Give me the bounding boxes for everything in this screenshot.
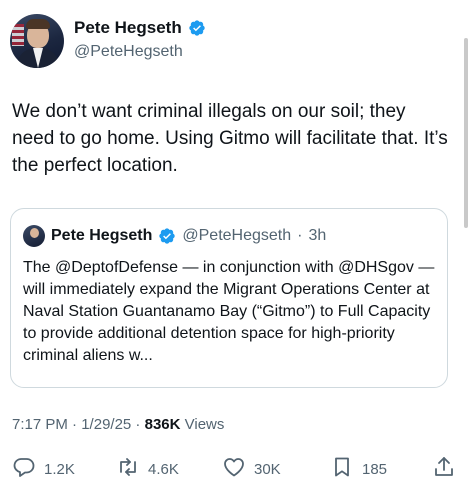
tweet-date[interactable]: 1/29/25 — [81, 416, 131, 433]
heart-icon — [222, 455, 246, 483]
tweet-header: Pete Hegseth @PeteHegseth — [10, 14, 450, 70]
action-bar: 1.2K 4.6K 30K 185 — [10, 455, 458, 483]
verified-badge-icon — [158, 227, 176, 245]
views-label: Views — [180, 416, 225, 433]
reply-button[interactable]: 1.2K — [12, 455, 75, 483]
like-count: 30K — [254, 460, 281, 478]
share-icon — [432, 455, 456, 483]
scrollbar[interactable] — [464, 38, 468, 228]
quoted-tweet[interactable]: Pete Hegseth @PeteHegseth · 3h The @Dept… — [10, 208, 448, 388]
bookmark-count: 185 — [362, 460, 388, 478]
tweet-meta: 7:17 PM · 1/29/25 · 836K Views — [12, 416, 224, 433]
quoted-age: 3h — [308, 227, 327, 244]
views-count: 836K — [144, 416, 181, 433]
bookmark-button[interactable]: 185 — [330, 455, 387, 483]
like-button[interactable]: 30K — [222, 455, 281, 483]
tweet-text: We don’t want criminal illegals on our s… — [12, 101, 448, 176]
repost-button[interactable]: 4.6K — [116, 455, 179, 483]
reply-icon — [12, 455, 36, 483]
quoted-avatar — [23, 225, 45, 247]
share-button[interactable] — [432, 455, 456, 483]
quoted-author-handle: @PeteHegseth — [182, 227, 292, 244]
quoted-tweet-text: The @DeptofDefense — in conjunction with… — [23, 259, 435, 364]
tweet-time[interactable]: 7:17 PM — [12, 416, 68, 433]
meta-separator: · — [67, 416, 82, 433]
avatar-hair — [26, 19, 50, 29]
meta-separator: · — [131, 416, 145, 433]
author-name-row[interactable]: Pete Hegseth — [74, 18, 206, 38]
reply-count: 1.2K — [44, 460, 75, 478]
avatar[interactable] — [10, 14, 64, 68]
verified-badge-icon — [188, 19, 206, 37]
repost-count: 4.6K — [148, 460, 179, 478]
quoted-tweet-header: Pete Hegseth @PeteHegseth · 3h — [23, 225, 326, 247]
quoted-author-name: Pete Hegseth — [51, 227, 153, 244]
flag-image — [12, 24, 24, 46]
author-handle[interactable]: @PeteHegseth — [74, 43, 183, 61]
repost-icon — [116, 455, 140, 483]
author-name[interactable]: Pete Hegseth — [74, 18, 182, 38]
bookmark-icon — [330, 455, 354, 483]
quoted-separator: · — [297, 227, 303, 244]
